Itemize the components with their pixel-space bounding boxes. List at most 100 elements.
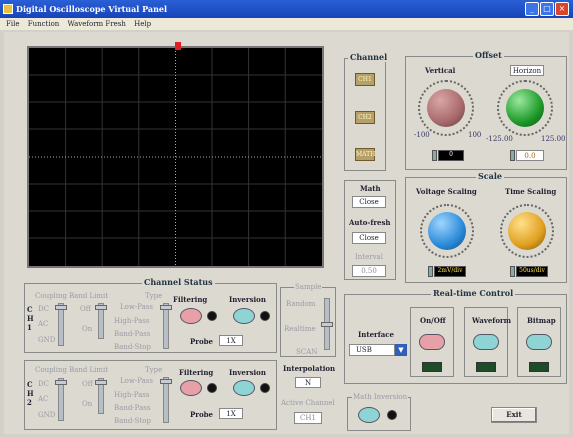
sample-thumb[interactable] [321, 322, 333, 327]
ch1-bandlimit-on: On [82, 325, 93, 333]
onoff-button[interactable] [419, 334, 445, 350]
ch2-filtering-led [207, 383, 217, 393]
time-value[interactable]: 50us/div [516, 266, 548, 277]
window-title: Digital Oscilloscope Virtual Panel [16, 4, 168, 14]
ch1-type-highpass: High-Pass [114, 317, 150, 325]
ch1-filtering-led [207, 311, 217, 321]
math-inversion-button[interactable] [358, 407, 380, 423]
ch1-coupling-thumb[interactable] [55, 305, 67, 310]
horizon-knob[interactable] [506, 89, 544, 127]
ch2-side-label: C H 2 [27, 380, 34, 407]
ch1-coupling-dc: DC [38, 305, 49, 313]
ch2-coupling-dc: DC [38, 380, 49, 388]
ch1-coupling-label: Coupling [35, 292, 68, 300]
ch2-bandlimit-label: Band Limit [69, 366, 109, 374]
menu-waveform-fresh[interactable]: Waveform Fresh [68, 20, 126, 28]
time-spinner[interactable] [510, 266, 515, 277]
horizon-value[interactable]: 0.0 [516, 150, 544, 161]
math-inversion-led [387, 410, 397, 420]
app-icon [3, 4, 13, 14]
offset-title: Offset [473, 50, 504, 60]
ch2-inversion-led [260, 383, 270, 393]
ch2-probe-value[interactable]: 1X [219, 408, 243, 419]
ch1-inversion-label: Inversion [229, 295, 266, 304]
active-channel-value[interactable]: CH1 [294, 412, 322, 424]
ch2-bandlimit-on: On [82, 400, 93, 408]
ch2-type-label: Type [145, 366, 163, 374]
ch1-type-bandpass: Band-Pass [114, 330, 151, 338]
ch1-button[interactable]: CH1 [355, 73, 375, 86]
interface-dropdown-icon[interactable]: ▼ [395, 344, 407, 356]
ch1-probe-value[interactable]: 1X [219, 335, 243, 346]
realtime-control-title: Real-time Control [431, 288, 516, 298]
horizon-spinner[interactable] [510, 150, 515, 161]
ch2-inversion-button[interactable] [233, 380, 255, 396]
vertical-value[interactable]: 0 [438, 150, 464, 161]
ch1-coupling-ac: AC [38, 320, 49, 328]
onoff-label: On/Off [420, 316, 446, 325]
autofresh-value[interactable]: Close [352, 232, 386, 244]
ch1-probe-label: Probe [190, 337, 213, 346]
ch1-coupling-gnd: GND [38, 336, 56, 344]
voltage-scaling-label: Voltage Scaling [416, 187, 477, 196]
math-inversion-title: Math Inversion [352, 393, 409, 401]
ch2-bandlimit-off: Off [82, 380, 93, 388]
math-label: Math [360, 184, 381, 193]
time-scaling-label: Time Scaling [505, 187, 557, 196]
menu-help[interactable]: Help [134, 20, 151, 28]
maximize-button[interactable]: □ [540, 2, 554, 16]
vertical-label: Vertical [425, 66, 456, 75]
ch2-bandlimit-thumb[interactable] [95, 380, 107, 385]
menu-bar: File Function Waveform Fresh Help [0, 18, 573, 30]
ch1-type-lowpass: Low-Pass [120, 303, 153, 311]
voltage-knob[interactable] [428, 212, 466, 250]
ch2-button[interactable]: CH2 [355, 111, 375, 124]
vertical-max: 100 [468, 131, 482, 139]
horizon-min: -125.00 [486, 135, 513, 143]
bitmap-button[interactable] [526, 334, 552, 350]
interface-label: Interface [358, 330, 395, 339]
ch1-type-bandstop: Band-Stop [114, 343, 151, 351]
vertical-spinner[interactable] [432, 150, 437, 161]
interface-value: USB [356, 346, 372, 354]
oscilloscope-screen [27, 46, 324, 268]
math-value[interactable]: Close [352, 196, 386, 208]
ch2-inversion-label: Inversion [229, 368, 266, 377]
ch1-filtering-label: Filtering [173, 295, 208, 304]
bitmap-label: Bitmap [527, 316, 556, 325]
time-knob[interactable] [508, 212, 546, 250]
voltage-spinner[interactable] [428, 266, 433, 277]
vertical-knob[interactable] [427, 89, 465, 127]
minimize-button[interactable]: _ [525, 2, 539, 16]
ch1-type-thumb[interactable] [160, 305, 172, 310]
menu-file[interactable]: File [6, 20, 19, 28]
ch1-bandlimit-label: Band Limit [69, 292, 109, 300]
ch1-inversion-button[interactable] [233, 308, 255, 324]
ch2-probe-label: Probe [190, 410, 213, 419]
ch2-coupling-label: Coupling [35, 366, 68, 374]
voltage-value[interactable]: 2mV/div [434, 266, 466, 277]
ch2-coupling-thumb[interactable] [55, 380, 67, 385]
title-bar: Digital Oscilloscope Virtual Panel [0, 0, 573, 18]
ch1-bandlimit-thumb[interactable] [95, 305, 107, 310]
interface-select[interactable]: USB [349, 344, 395, 356]
interval-value[interactable]: 0.50 [352, 265, 386, 277]
sample-scan: SCAN [296, 348, 318, 356]
ch2-type-thumb[interactable] [160, 379, 172, 384]
menu-function[interactable]: Function [28, 20, 60, 28]
trigger-marker[interactable] [175, 42, 181, 50]
active-channel-label: Active Channel [281, 399, 335, 407]
vertical-min: -100 [414, 131, 430, 139]
ch2-filtering-button[interactable] [180, 380, 202, 396]
math-button[interactable]: MATH [355, 148, 375, 161]
interpolation-label: Interpolation [283, 364, 336, 373]
interpolation-value[interactable]: N [295, 377, 321, 388]
channel-title: Channel [348, 52, 390, 62]
ch1-side-label: C H 1 [27, 305, 34, 332]
close-button[interactable]: × [555, 2, 569, 16]
waveform-button[interactable] [473, 334, 499, 350]
sample-random: Random [286, 300, 316, 308]
ch1-filtering-button[interactable] [180, 308, 202, 324]
exit-button[interactable]: Exit [491, 407, 537, 423]
horizon-max: 125.00 [541, 135, 566, 143]
